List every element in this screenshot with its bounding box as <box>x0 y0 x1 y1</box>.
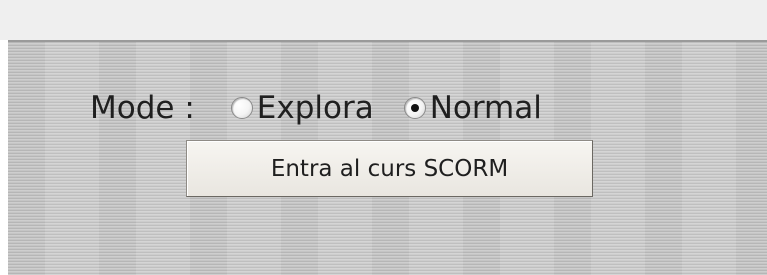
mode-option-explora[interactable]: Explora <box>230 90 374 126</box>
top-strip <box>0 0 767 40</box>
radio-dot-icon <box>410 104 419 112</box>
radio-normal[interactable] <box>403 97 426 119</box>
mode-option-explora-label: Explora <box>256 90 374 126</box>
mode-selector: Mode : Explora Normal <box>90 86 542 130</box>
mode-option-normal-label: Normal <box>429 90 542 126</box>
radio-explora[interactable] <box>230 97 253 119</box>
mode-label: Mode : <box>90 90 195 126</box>
enter-scorm-course-button[interactable]: Entra al curs SCORM <box>186 140 593 197</box>
mode-option-normal[interactable]: Normal <box>403 90 542 126</box>
